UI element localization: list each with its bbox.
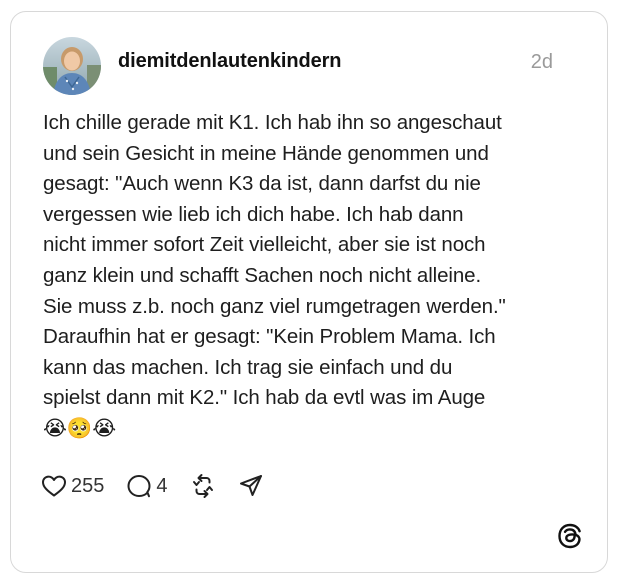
post-text: Ich chille gerade mit K1. Ich hab ihn so… bbox=[43, 111, 506, 440]
reply-count: 4 bbox=[156, 474, 168, 497]
heart-icon bbox=[42, 475, 66, 497]
share-button[interactable] bbox=[238, 473, 264, 499]
avatar-image bbox=[43, 37, 101, 95]
repost-icon bbox=[192, 474, 213, 498]
repost-button[interactable] bbox=[190, 473, 216, 499]
action-bar: 255 4 bbox=[41, 472, 286, 500]
reply-button[interactable]: 4 bbox=[126, 473, 168, 499]
post-card: diemitdenlautenkindern 2d Ich chille ger… bbox=[10, 11, 608, 573]
like-count: 255 bbox=[71, 474, 105, 497]
comment-icon bbox=[127, 475, 151, 498]
post-timestamp: 2d bbox=[530, 51, 553, 73]
threads-logo-icon[interactable] bbox=[557, 523, 583, 549]
avatar[interactable] bbox=[43, 37, 101, 95]
username[interactable]: diemitdenlautenkindern bbox=[118, 50, 341, 73]
like-button[interactable]: 255 bbox=[41, 474, 104, 498]
share-icon bbox=[239, 475, 262, 496]
